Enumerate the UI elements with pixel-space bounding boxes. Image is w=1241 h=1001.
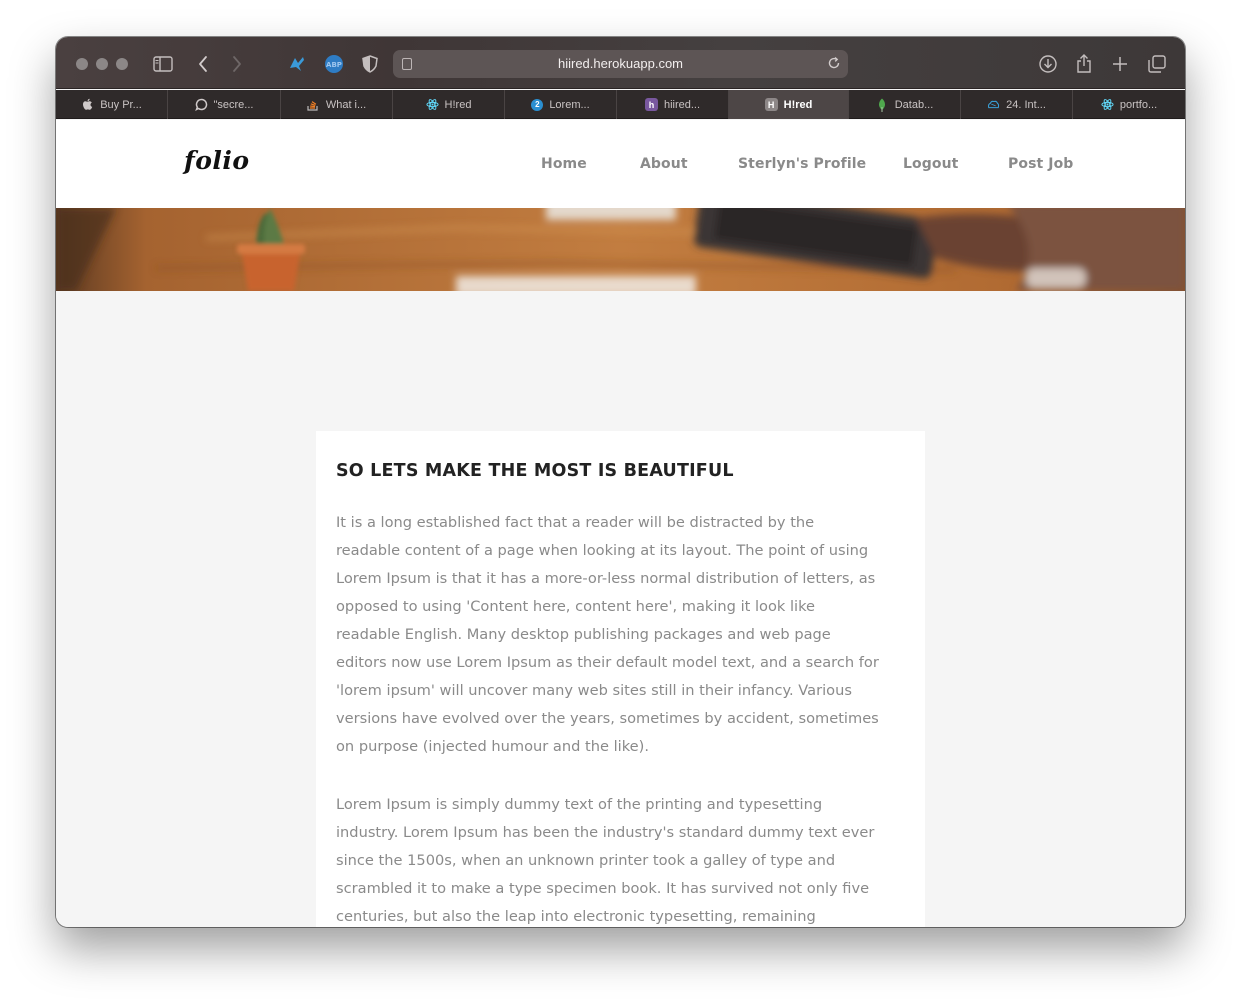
stackoverflow-icon bbox=[307, 98, 320, 111]
heroku-icon: h bbox=[644, 98, 658, 111]
tab-database[interactable]: Datab... bbox=[849, 90, 961, 119]
url-text: hiired.herokuapp.com bbox=[557, 56, 684, 71]
close-window-button[interactable] bbox=[76, 58, 88, 70]
browser-window: ABP hiired.herokuapp.com Buy Pr... "secr… bbox=[56, 37, 1185, 927]
tab-label: Lorem... bbox=[549, 98, 590, 111]
tab-buy-pro[interactable]: Buy Pr... bbox=[56, 90, 168, 119]
sidebar-toggle-icon[interactable] bbox=[150, 51, 176, 77]
brain-icon bbox=[987, 98, 1000, 111]
tab-label: "secre... bbox=[213, 98, 254, 111]
text-line: readable English. Many desktop publishin… bbox=[336, 626, 831, 643]
tab-label: H!red bbox=[783, 98, 813, 111]
forward-icon[interactable] bbox=[224, 51, 250, 77]
text-line: Lorem Ipsum is that it has a more-or-les… bbox=[336, 570, 876, 587]
text-line: on purpose (injected humour and the like… bbox=[336, 738, 649, 755]
tab-24-int[interactable]: 24. Int... bbox=[961, 90, 1073, 119]
adblock-icon[interactable]: ABP bbox=[321, 51, 347, 77]
lorem-icon: 2 bbox=[531, 98, 544, 111]
text-line: readable content of a page when looking … bbox=[336, 542, 869, 559]
browser-toolbar: ABP hiired.herokuapp.com bbox=[56, 37, 1185, 89]
text-line: 'lorem ipsum' will uncover many web site… bbox=[336, 682, 852, 699]
apple-icon bbox=[81, 98, 94, 111]
extension-bird-icon[interactable] bbox=[284, 51, 310, 77]
react-icon bbox=[1101, 98, 1114, 111]
paragraph-2: Lorem Ipsum is simply dummy text of the … bbox=[336, 791, 914, 927]
tab-secret[interactable]: "secre... bbox=[168, 90, 281, 119]
tab-what-is[interactable]: What i... bbox=[281, 90, 393, 119]
tab-label: H!red bbox=[444, 98, 472, 111]
react-icon bbox=[426, 98, 439, 111]
tab-lorem[interactable]: 2 Lorem... bbox=[505, 90, 617, 119]
paragraph-1: It is a long established fact that a rea… bbox=[336, 509, 914, 761]
tab-label: Buy Pr... bbox=[100, 98, 142, 111]
tab-bar: Buy Pr... "secre... What i... H!red 2 Lo… bbox=[56, 90, 1185, 119]
reload-icon[interactable] bbox=[827, 56, 841, 75]
tab-hired-active[interactable]: H H!red bbox=[729, 90, 849, 119]
tab-label: What i... bbox=[325, 98, 367, 111]
downloads-icon[interactable] bbox=[1035, 51, 1061, 77]
text-line: scrambled it to make a type specimen boo… bbox=[336, 880, 870, 897]
address-bar[interactable]: hiired.herokuapp.com bbox=[393, 50, 848, 78]
text-line: since the 1500s, when an unknown printer… bbox=[336, 852, 836, 869]
back-icon[interactable] bbox=[190, 51, 216, 77]
tab-label: 24. Int... bbox=[1006, 98, 1046, 111]
text-line: Lorem Ipsum is simply dummy text of the … bbox=[336, 796, 823, 813]
text-line: editors now use Lorem Ipsum as their def… bbox=[336, 654, 879, 671]
nav-post-job[interactable]: Post Job bbox=[1008, 156, 1073, 172]
tab-hiired-heroku[interactable]: h hiired... bbox=[617, 90, 729, 119]
tab-label: portfo... bbox=[1119, 98, 1158, 111]
nav-about[interactable]: About bbox=[640, 156, 688, 172]
text-line: industry. Lorem Ipsum has been the indus… bbox=[336, 824, 875, 841]
share-icon[interactable] bbox=[1071, 51, 1097, 77]
nav-logout[interactable]: Logout bbox=[903, 156, 958, 172]
text-line: opposed to using 'Content here, content … bbox=[336, 598, 816, 615]
site-logo[interactable]: folio bbox=[184, 146, 250, 175]
tab-hired-react[interactable]: H!red bbox=[393, 90, 505, 119]
h-icon: H bbox=[764, 98, 778, 111]
minimize-window-button[interactable] bbox=[96, 58, 108, 70]
shield-icon[interactable] bbox=[357, 51, 383, 77]
nav-home[interactable]: Home bbox=[541, 156, 587, 172]
content-card: SO LETS MAKE THE MOST IS BEAUTIFUL It is… bbox=[316, 431, 925, 927]
tab-overview-icon[interactable] bbox=[1144, 51, 1170, 77]
new-tab-icon[interactable] bbox=[1107, 51, 1133, 77]
site-navbar: folio Home About Sterlyn's Profile Logou… bbox=[56, 120, 1185, 208]
text-line: It is a long established fact that a rea… bbox=[336, 514, 815, 531]
web-page: folio Home About Sterlyn's Profile Logou… bbox=[56, 120, 1185, 927]
text-line: versions have evolved over the years, so… bbox=[336, 710, 879, 727]
nav-profile[interactable]: Sterlyn's Profile bbox=[738, 156, 866, 172]
tab-portfolio[interactable]: portfo... bbox=[1073, 90, 1185, 119]
tab-label: hiired... bbox=[663, 98, 701, 111]
chat-bubble-icon bbox=[194, 98, 208, 111]
tab-label: Datab... bbox=[894, 98, 934, 111]
hero-banner-image bbox=[56, 208, 1185, 291]
svg-text:ABP: ABP bbox=[326, 61, 342, 69]
zoom-window-button[interactable] bbox=[116, 58, 128, 70]
card-heading: SO LETS MAKE THE MOST IS BEAUTIFUL bbox=[336, 461, 734, 481]
text-line: centuries, but also the leap into electr… bbox=[336, 908, 816, 925]
leaf-icon bbox=[876, 98, 889, 112]
